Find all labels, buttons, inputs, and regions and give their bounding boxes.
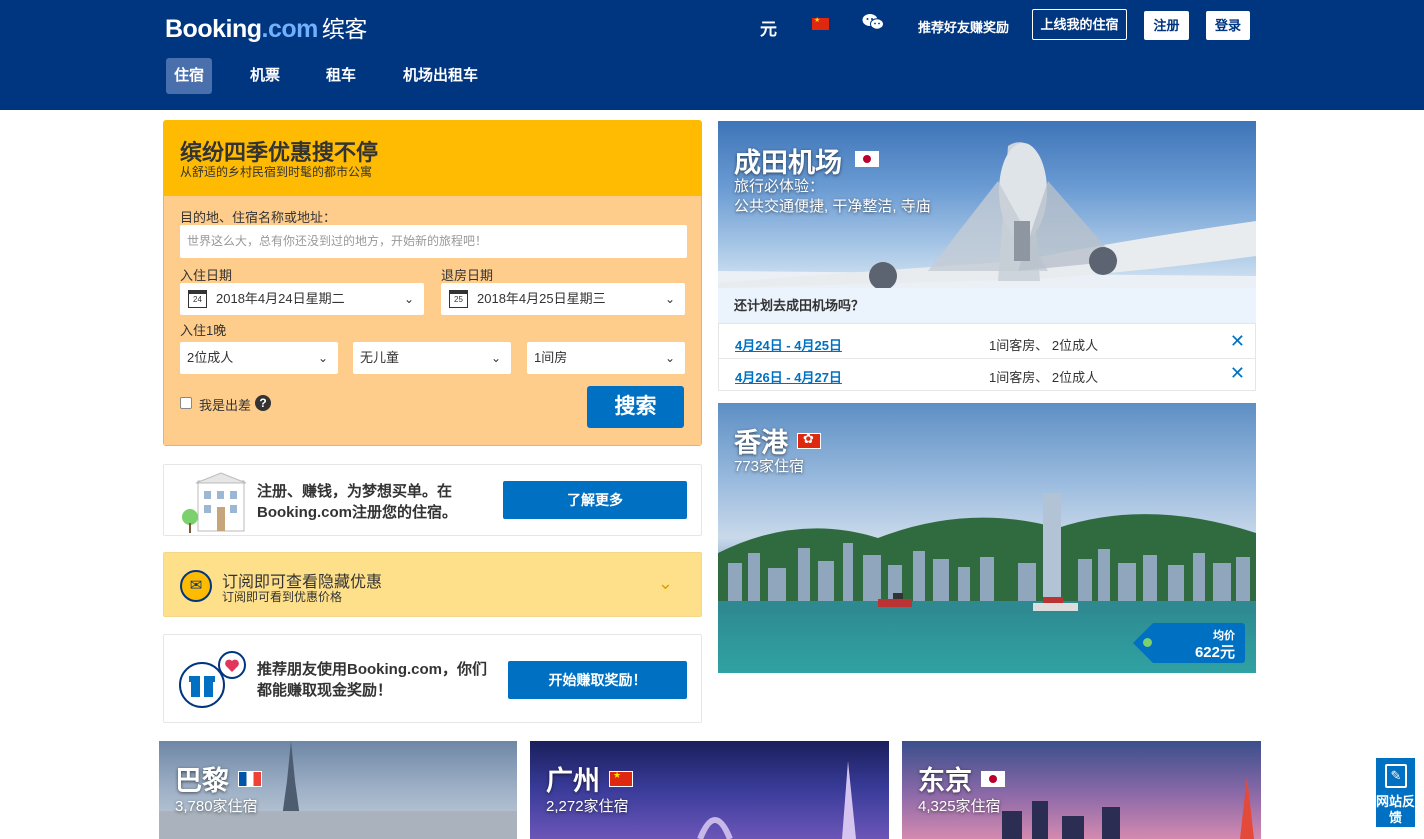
tab-car-rental[interactable]: 租车 (318, 58, 364, 94)
checkout-label: 退房日期 (441, 268, 494, 283)
adults-value: 2位成人 (187, 350, 234, 365)
chevron-down-icon: ⌄ (317, 351, 328, 365)
register-property-card: 注册、赚钱，为梦想买单。在Booking.com注册您的住宿。 了解更多 (163, 464, 702, 536)
recent-guests: 1间客房、 2位成人 (989, 338, 1099, 353)
narita-banner[interactable]: 成田机场 旅行必体验： 公共交通便捷, 干净整洁, 寺庙 (718, 121, 1256, 288)
hongkong-count: 773家住宿 (734, 458, 805, 475)
narita-sub1: 旅行必体验： (734, 178, 825, 195)
register-promo-text: 注册、赚钱，为梦想买单。在Booking.com注册您的住宿。 (257, 483, 458, 521)
header: Booking.com缤客 元 推荐好友赚奖励 上线我的住宿 注册 登录 住宿 … (0, 0, 1424, 110)
refer-friend-card: 推荐朋友使用Booking.com，你们都能赚取现金奖励！ 开始赚取奖励！ (163, 634, 702, 723)
recent-dates-link[interactable]: 4月26日 - 4月27日 (735, 367, 842, 386)
checkin-value: 2018年4月24日星期二 (216, 291, 345, 306)
newsletter-icon: ✉ (180, 570, 212, 602)
hongkong-banner[interactable]: 香港 773家住宿 均价 622元 (718, 403, 1256, 673)
currency-selector[interactable]: 元 (760, 15, 777, 40)
house-icon (182, 472, 247, 533)
promo-header: 缤纷四季优惠搜不停 从舒适的乡村民宿到时髦的都市公寓 (168, 125, 698, 196)
chevron-down-icon: ⌄ (403, 292, 414, 306)
close-icon[interactable]: ✕ (1230, 363, 1245, 384)
city-card-tokyo[interactable]: 东京 4,325家住宿 (902, 741, 1261, 839)
learn-more-button[interactable]: 了解更多 (503, 481, 687, 519)
language-flag-icon[interactable] (812, 16, 829, 30)
logo[interactable]: Booking.com 缤客 (165, 10, 367, 44)
narita-sub2: 公共交通便捷, 干净整洁, 寺庙 (734, 198, 931, 215)
checkout-field[interactable]: 25 2018年4月25日星期三 ⌄ (441, 283, 685, 315)
price-tag: 均价 622元 (1133, 623, 1245, 663)
chevron-down-icon[interactable]: ⌄ (658, 573, 673, 594)
subscribe-card[interactable]: ✉ 订阅即可查看隐藏优惠 订阅即可看到优惠价格 ⌄ (163, 552, 702, 617)
city-card-paris[interactable]: 巴黎 3,780家住宿 (159, 741, 517, 839)
recent-guests: 1间客房、 2位成人 (989, 370, 1099, 385)
children-value: 无儿童 (360, 350, 400, 365)
recent-search-row: 4月24日 - 4月25日 1间客房、 2位成人 ✕ (718, 323, 1256, 359)
search-button[interactable]: 搜索 (587, 386, 684, 428)
city-count: 4,325家住宿 (918, 798, 1001, 815)
search-form: 目的地、住宿名称或地址： 世界这么大，总有你还没到过的地方，开始新的旅程吧！ 入… (164, 196, 701, 445)
logo-dotcom: .com (261, 15, 319, 43)
checkout-value: 2018年4月25日星期三 (477, 291, 606, 306)
recent-dates-link[interactable]: 4月24日 - 4月25日 (735, 335, 842, 354)
wechat-icon[interactable] (862, 13, 884, 37)
logo-main: Booking (165, 15, 262, 43)
search-panel: 缤纷四季优惠搜不停 从舒适的乡村民宿到时髦的都市公寓 目的地、住宿名称或地址： … (163, 120, 702, 446)
feedback-button[interactable]: ✎ 网站反馈 (1375, 757, 1416, 828)
children-select[interactable]: 无儿童 ⌄ (353, 342, 511, 374)
city-name: 巴黎 (175, 766, 229, 796)
rooms-select[interactable]: 1间房 ⌄ (527, 342, 685, 374)
calendar-icon: 25 (449, 290, 468, 308)
chevron-down-icon: ⌄ (490, 351, 501, 365)
city-count: 3,780家住宿 (175, 798, 258, 815)
city-name: 广州 (546, 766, 600, 796)
hongkong-title: 香港 (734, 428, 788, 458)
logo-cn: 缤客 (321, 16, 368, 42)
nights-label: 入住1晚 (180, 323, 227, 338)
france-flag-icon (238, 771, 262, 787)
rooms-value: 1间房 (534, 350, 568, 365)
business-label: 我是出差 (199, 398, 252, 413)
login-button[interactable]: 登录 (1206, 11, 1250, 40)
business-checkbox[interactable] (180, 397, 192, 409)
japan-flag-icon (855, 151, 879, 167)
chevron-down-icon: ⌄ (664, 292, 675, 306)
register-button[interactable]: 注册 (1144, 11, 1189, 40)
promo-subtitle: 从舒适的乡村民宿到时髦的都市公寓 (180, 165, 373, 179)
close-icon[interactable]: ✕ (1230, 331, 1245, 352)
refer-promo-text: 推荐朋友使用Booking.com，你们都能赚取现金奖励！ (257, 661, 488, 699)
narita-title: 成田机场 (734, 148, 842, 178)
recent-searches-heading: 还计划去成田机场吗？ (718, 288, 1256, 323)
city-card-guangzhou[interactable]: 广州 2,272家住宿 (530, 741, 889, 839)
tab-flights[interactable]: 机票 (242, 58, 288, 94)
feedback-label: 网站反馈 (1376, 794, 1416, 825)
start-earning-button[interactable]: 开始赚取奖励！ (508, 661, 687, 699)
price-value: 622元 (1194, 644, 1235, 661)
help-icon[interactable]: ? (255, 395, 271, 411)
referral-link[interactable]: 推荐好友赚奖励 (918, 17, 1009, 36)
edit-icon: ✎ (1385, 764, 1407, 788)
price-dot (1143, 638, 1152, 647)
gift-icon (179, 651, 246, 708)
tab-stays[interactable]: 住宿 (166, 58, 213, 94)
checkin-field[interactable]: 24 2018年4月24日星期二 ⌄ (180, 283, 424, 315)
recent-search-row: 4月26日 - 4月27日 1间客房、 2位成人 ✕ (718, 359, 1256, 391)
checkin-label: 入住日期 (180, 268, 233, 283)
destination-label: 目的地、住宿名称或地址： (180, 210, 337, 225)
city-count: 2,272家住宿 (546, 798, 629, 815)
adults-select[interactable]: 2位成人 ⌄ (180, 342, 338, 374)
hongkong-flag-icon (797, 431, 821, 449)
japan-flag-icon (981, 771, 1005, 787)
city-name: 东京 (918, 766, 972, 796)
china-flag-icon (609, 770, 633, 787)
chevron-down-icon: ⌄ (664, 351, 675, 365)
tab-airport-taxi[interactable]: 机场出租车 (395, 58, 486, 94)
list-property-button[interactable]: 上线我的住宿 (1032, 9, 1127, 40)
subscribe-subtitle: 订阅即可看到优惠价格 (222, 590, 343, 604)
destination-input[interactable]: 世界这么大，总有你还没到过的地方，开始新的旅程吧！ (180, 225, 687, 258)
calendar-icon: 24 (188, 290, 207, 308)
